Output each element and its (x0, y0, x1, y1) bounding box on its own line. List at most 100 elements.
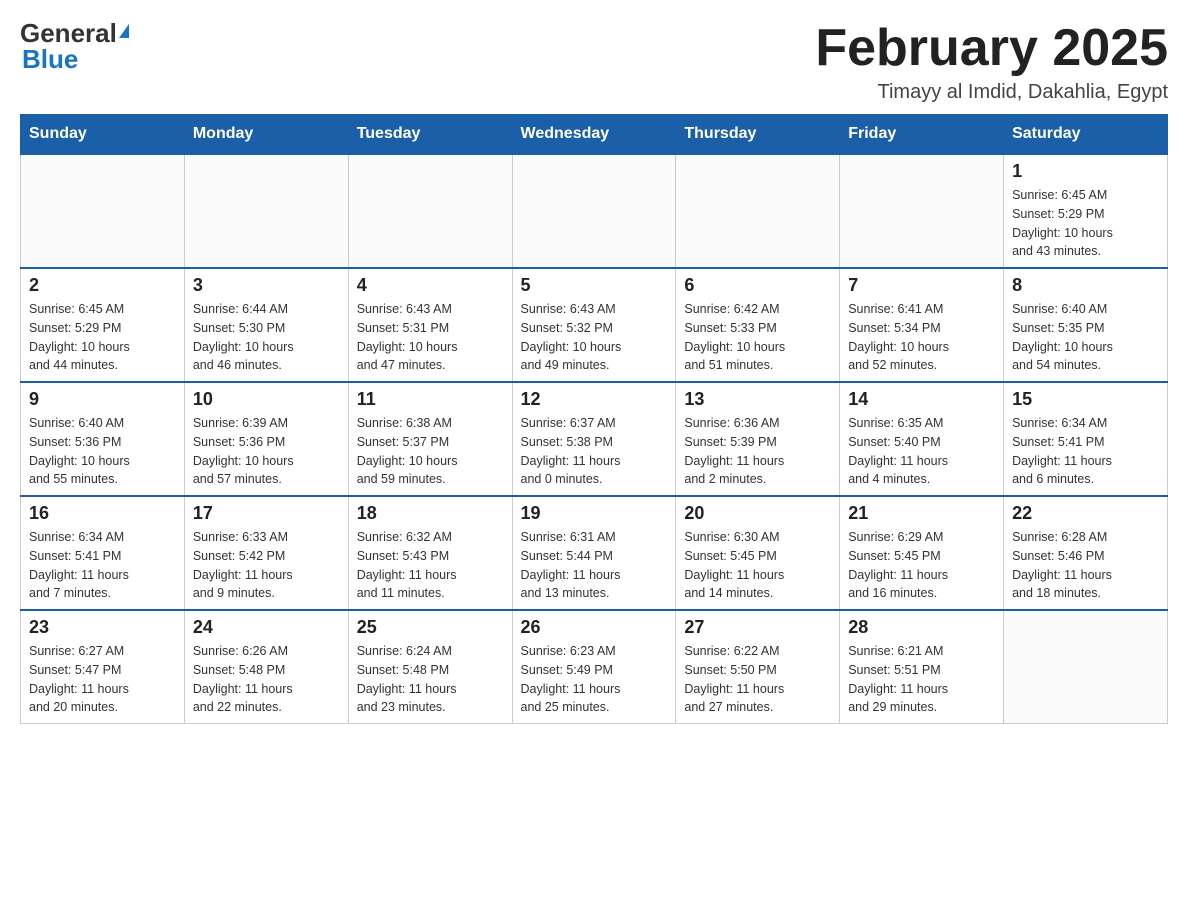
calendar-week-row: 23 Sunrise: 6:27 AM Sunset: 5:47 PM Dayli… (21, 610, 1168, 724)
day-number: 20 (684, 503, 831, 524)
title-area: February 2025 Timayy al Imdid, Dakahlia,… (815, 20, 1168, 104)
calendar-cell: 7 Sunrise: 6:41 AM Sunset: 5:34 PM Daylig… (840, 268, 1004, 382)
day-info: Sunrise: 6:21 AM Sunset: 5:51 PM Dayligh… (848, 642, 995, 717)
calendar-cell (840, 154, 1004, 268)
calendar-cell: 8Sunrise: 6:40 AM Sunset: 5:35 PM Daylig… (1004, 268, 1168, 382)
calendar-cell: 22 Sunrise: 6:28 AM Sunset: 5:46 PM Dayli… (1004, 496, 1168, 610)
calendar-cell: 10 Sunrise: 6:39 AM Sunset: 5:36 PM Dayli… (184, 382, 348, 496)
calendar-week-row: 2 Sunrise: 6:45 AM Sunset: 5:29 PM Daylig… (21, 268, 1168, 382)
day-info: Sunrise: 6:41 AM Sunset: 5:34 PM Dayligh… (848, 300, 995, 375)
day-number: 1 (1012, 161, 1159, 182)
calendar-cell: 11 Sunrise: 6:38 AM Sunset: 5:37 PM Dayli… (348, 382, 512, 496)
day-number: 6 (684, 275, 831, 296)
day-number: 23 (29, 617, 176, 638)
calendar-cell: 15 Sunrise: 6:34 AM Sunset: 5:41 PM Dayli… (1004, 382, 1168, 496)
location-subtitle: Timayy al Imdid, Dakahlia, Egypt (815, 81, 1168, 104)
day-number: 17 (193, 503, 340, 524)
day-info: Sunrise: 6:31 AM Sunset: 5:44 PM Dayligh… (521, 528, 668, 603)
day-number: 21 (848, 503, 995, 524)
calendar-week-row: 9 Sunrise: 6:40 AM Sunset: 5:36 PM Daylig… (21, 382, 1168, 496)
day-info: Sunrise: 6:24 AM Sunset: 5:48 PM Dayligh… (357, 642, 504, 717)
calendar-week-row: 16 Sunrise: 6:34 AM Sunset: 5:41 PM Dayli… (21, 496, 1168, 610)
day-info: Sunrise: 6:44 AM Sunset: 5:30 PM Dayligh… (193, 300, 340, 375)
day-number: 8 (1012, 275, 1159, 296)
day-number: 3 (193, 275, 340, 296)
day-number: 22 (1012, 503, 1159, 524)
day-header-saturday: Saturday (1004, 115, 1168, 155)
day-number: 13 (684, 389, 831, 410)
calendar-cell: 5 Sunrise: 6:43 AM Sunset: 5:32 PM Daylig… (512, 268, 676, 382)
logo-blue-text: Blue (22, 46, 78, 72)
day-number: 2 (29, 275, 176, 296)
day-header-tuesday: Tuesday (348, 115, 512, 155)
day-number: 26 (521, 617, 668, 638)
day-info: Sunrise: 6:27 AM Sunset: 5:47 PM Dayligh… (29, 642, 176, 717)
calendar-week-row: 1Sunrise: 6:45 AM Sunset: 5:29 PM Daylig… (21, 154, 1168, 268)
calendar-cell: 18 Sunrise: 6:32 AM Sunset: 5:43 PM Dayli… (348, 496, 512, 610)
day-info: Sunrise: 6:34 AM Sunset: 5:41 PM Dayligh… (29, 528, 176, 603)
calendar-cell: 4Sunrise: 6:43 AM Sunset: 5:31 PM Daylig… (348, 268, 512, 382)
day-header-wednesday: Wednesday (512, 115, 676, 155)
calendar-cell: 6Sunrise: 6:42 AM Sunset: 5:33 PM Daylig… (676, 268, 840, 382)
day-info: Sunrise: 6:43 AM Sunset: 5:31 PM Dayligh… (357, 300, 504, 375)
day-number: 15 (1012, 389, 1159, 410)
day-number: 7 (848, 275, 995, 296)
logo-general-text: General (20, 20, 129, 46)
day-info: Sunrise: 6:34 AM Sunset: 5:41 PM Dayligh… (1012, 414, 1159, 489)
day-number: 11 (357, 389, 504, 410)
calendar-header-row: SundayMondayTuesdayWednesdayThursdayFrid… (21, 115, 1168, 155)
day-number: 25 (357, 617, 504, 638)
day-info: Sunrise: 6:26 AM Sunset: 5:48 PM Dayligh… (193, 642, 340, 717)
day-info: Sunrise: 6:32 AM Sunset: 5:43 PM Dayligh… (357, 528, 504, 603)
day-info: Sunrise: 6:39 AM Sunset: 5:36 PM Dayligh… (193, 414, 340, 489)
calendar-cell: 14 Sunrise: 6:35 AM Sunset: 5:40 PM Dayli… (840, 382, 1004, 496)
calendar-cell: 21 Sunrise: 6:29 AM Sunset: 5:45 PM Dayli… (840, 496, 1004, 610)
day-info: Sunrise: 6:40 AM Sunset: 5:36 PM Dayligh… (29, 414, 176, 489)
page-header: General Blue February 2025 Timayy al Imd… (20, 20, 1168, 104)
calendar-cell: 13 Sunrise: 6:36 AM Sunset: 5:39 PM Dayli… (676, 382, 840, 496)
logo-triangle-icon (119, 24, 129, 38)
calendar-cell: 9 Sunrise: 6:40 AM Sunset: 5:36 PM Daylig… (21, 382, 185, 496)
day-info: Sunrise: 6:33 AM Sunset: 5:42 PM Dayligh… (193, 528, 340, 603)
calendar-cell (348, 154, 512, 268)
calendar-cell: 20 Sunrise: 6:30 AM Sunset: 5:45 PM Dayli… (676, 496, 840, 610)
day-header-friday: Friday (840, 115, 1004, 155)
day-number: 18 (357, 503, 504, 524)
day-info: Sunrise: 6:37 AM Sunset: 5:38 PM Dayligh… (521, 414, 668, 489)
day-number: 24 (193, 617, 340, 638)
day-number: 5 (521, 275, 668, 296)
month-title: February 2025 (815, 20, 1168, 77)
calendar-cell: 2 Sunrise: 6:45 AM Sunset: 5:29 PM Daylig… (21, 268, 185, 382)
day-info: Sunrise: 6:45 AM Sunset: 5:29 PM Dayligh… (29, 300, 176, 375)
day-info: Sunrise: 6:23 AM Sunset: 5:49 PM Dayligh… (521, 642, 668, 717)
logo: General Blue (20, 20, 129, 72)
calendar-cell (21, 154, 185, 268)
day-info: Sunrise: 6:38 AM Sunset: 5:37 PM Dayligh… (357, 414, 504, 489)
calendar-cell: 12Sunrise: 6:37 AM Sunset: 5:38 PM Dayli… (512, 382, 676, 496)
calendar-cell: 26 Sunrise: 6:23 AM Sunset: 5:49 PM Dayli… (512, 610, 676, 724)
day-number: 27 (684, 617, 831, 638)
day-number: 9 (29, 389, 176, 410)
day-number: 16 (29, 503, 176, 524)
day-info: Sunrise: 6:43 AM Sunset: 5:32 PM Dayligh… (521, 300, 668, 375)
day-info: Sunrise: 6:28 AM Sunset: 5:46 PM Dayligh… (1012, 528, 1159, 603)
calendar-cell (512, 154, 676, 268)
day-number: 19 (521, 503, 668, 524)
day-info: Sunrise: 6:30 AM Sunset: 5:45 PM Dayligh… (684, 528, 831, 603)
day-info: Sunrise: 6:35 AM Sunset: 5:40 PM Dayligh… (848, 414, 995, 489)
calendar-cell: 23 Sunrise: 6:27 AM Sunset: 5:47 PM Dayli… (21, 610, 185, 724)
calendar-cell (1004, 610, 1168, 724)
day-number: 28 (848, 617, 995, 638)
day-info: Sunrise: 6:36 AM Sunset: 5:39 PM Dayligh… (684, 414, 831, 489)
calendar-cell: 24 Sunrise: 6:26 AM Sunset: 5:48 PM Dayli… (184, 610, 348, 724)
day-header-monday: Monday (184, 115, 348, 155)
calendar-cell: 28 Sunrise: 6:21 AM Sunset: 5:51 PM Dayli… (840, 610, 1004, 724)
calendar-cell: 19 Sunrise: 6:31 AM Sunset: 5:44 PM Dayli… (512, 496, 676, 610)
day-number: 10 (193, 389, 340, 410)
calendar-cell: 25 Sunrise: 6:24 AM Sunset: 5:48 PM Dayli… (348, 610, 512, 724)
day-number: 14 (848, 389, 995, 410)
day-info: Sunrise: 6:29 AM Sunset: 5:45 PM Dayligh… (848, 528, 995, 603)
day-info: Sunrise: 6:22 AM Sunset: 5:50 PM Dayligh… (684, 642, 831, 717)
day-header-sunday: Sunday (21, 115, 185, 155)
calendar-cell (184, 154, 348, 268)
